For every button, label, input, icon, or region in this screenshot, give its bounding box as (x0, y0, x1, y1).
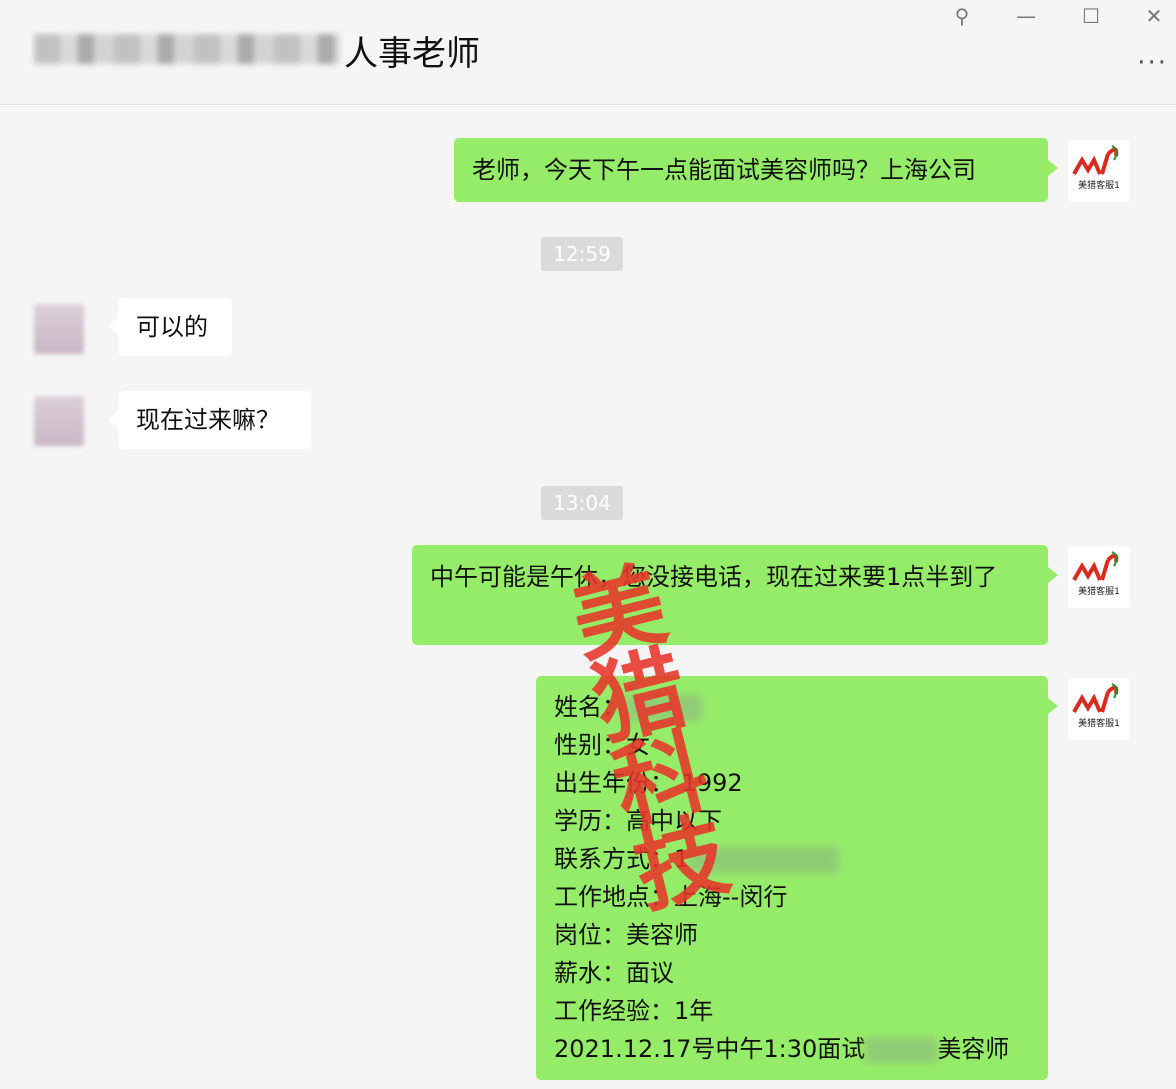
timestamp: 13:04 (541, 486, 623, 520)
svg-text:美猎客服1: 美猎客服1 (1078, 179, 1120, 191)
form-experience-line: 工作经验：1年 (554, 997, 714, 1025)
maximize-button[interactable]: ☐ (1077, 4, 1105, 28)
more-options-icon[interactable]: ··· (1137, 48, 1168, 78)
message-text: 老师，今天下午一点能面试美容师吗？上海公司 (472, 156, 976, 184)
contact-avatar[interactable] (34, 304, 84, 354)
message-bubble-received[interactable]: 现在过来嘛？ (108, 391, 311, 449)
self-avatar[interactable]: 美猎客服1 (1068, 140, 1130, 202)
self-avatar[interactable]: 美猎客服1 (1068, 546, 1130, 608)
message-text: 现在过来嘛？ (136, 406, 280, 434)
close-button[interactable]: ✕ (1140, 4, 1168, 28)
form-schedule-line: 2021.12.17号中午1:30面试 美容师 (554, 1035, 1010, 1063)
ml-logo-icon: 美猎客服1 (1072, 551, 1120, 597)
message-bubble-received[interactable]: 可以的 (108, 298, 232, 356)
self-avatar[interactable]: 美猎客服1 (1068, 678, 1130, 740)
pin-icon[interactable]: ⚲ (948, 4, 976, 28)
chat-title: 人事老师 (344, 34, 480, 74)
blurred-contact-name (34, 34, 340, 64)
ml-logo-icon: 美猎客服1 (1072, 683, 1120, 729)
svg-text:美猎客服1: 美猎客服1 (1078, 585, 1120, 597)
contact-avatar[interactable] (34, 396, 84, 446)
message-bubble-sent[interactable]: 中午可能是午休，您没接电话，现在过来要1点半到了 (412, 545, 1058, 645)
message-text: 中午可能是午休，您没接电话，现在过来要1点半到了 (430, 563, 998, 591)
svg-text:美猎客服1: 美猎客服1 (1078, 717, 1120, 729)
title-bar: 人事老师 ⚲ — ☐ ✕ ··· (0, 0, 1176, 105)
timestamp: 12:59 (541, 237, 623, 271)
form-salary-line: 薪水：面议 (554, 959, 674, 987)
redacted-company (865, 1037, 938, 1063)
minimize-button[interactable]: — (1012, 4, 1040, 28)
ml-logo-icon: 美猎客服1 (1072, 145, 1120, 191)
message-bubble-sent[interactable]: 老师，今天下午一点能面试美容师吗？上海公司 (454, 138, 1058, 202)
message-text: 可以的 (136, 313, 208, 341)
